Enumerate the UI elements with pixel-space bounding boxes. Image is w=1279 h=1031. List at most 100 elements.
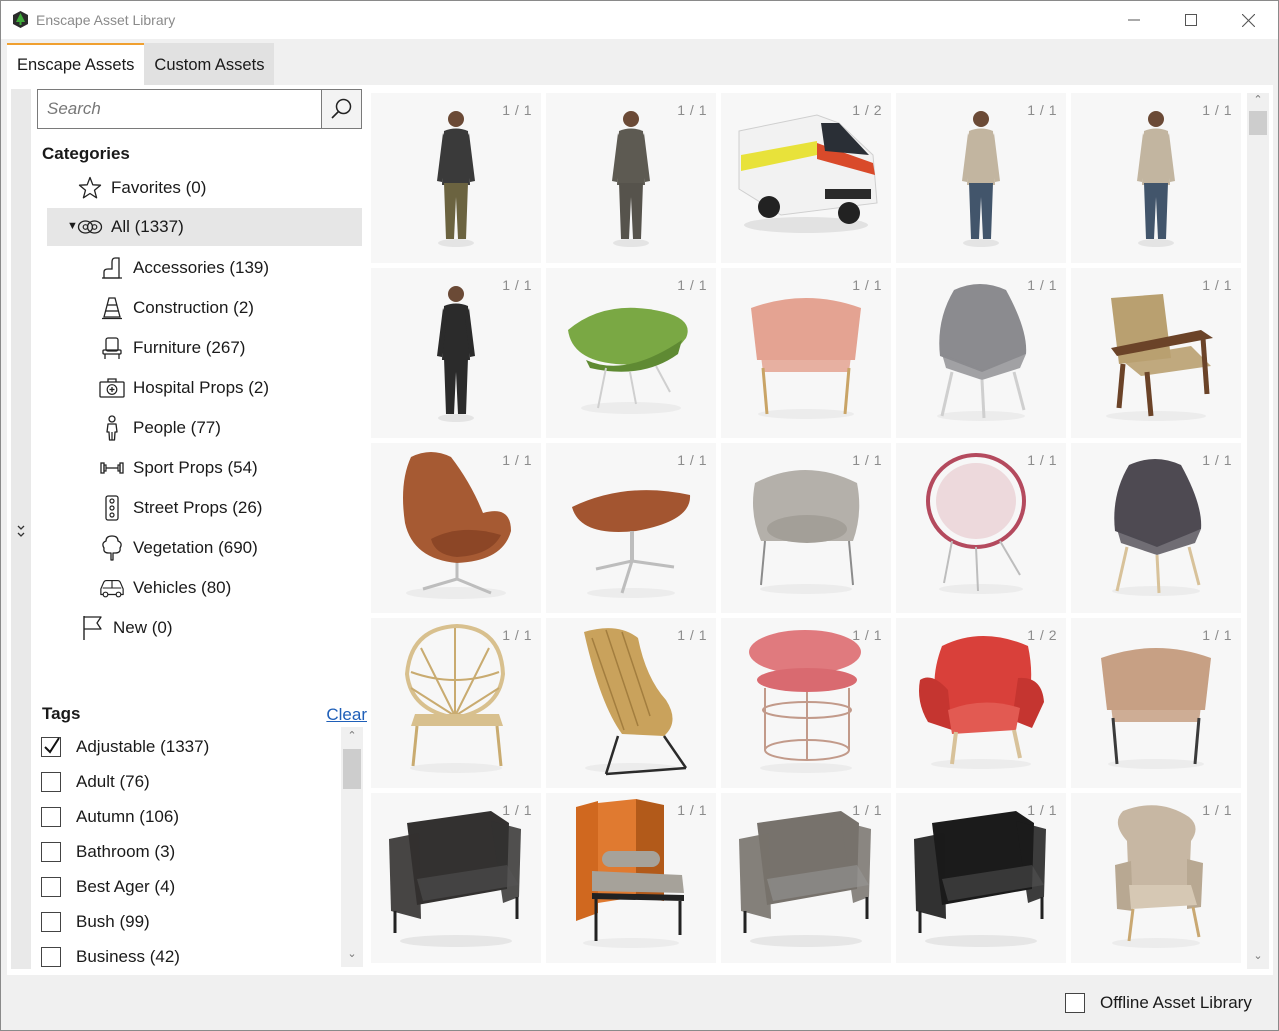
tag-adjustable[interactable]: Adjustable (1337) [41,732,209,762]
tag-adult[interactable]: Adult (76) [41,767,150,797]
variant-count-badge: 1 / 1 [1027,102,1057,118]
asset-tile[interactable]: 1 / 1 [546,793,716,963]
variant-count-badge: 1 / 1 [1202,802,1232,818]
category-sport-props[interactable]: Sport Props (54) [99,449,258,487]
maximize-button[interactable] [1162,1,1220,39]
asset-tile[interactable]: 1 / 2 [721,93,891,263]
category-accessories[interactable]: Accessories (139) [99,249,269,287]
asset-grid-scrollbar[interactable]: ⌃ ⌄ [1247,93,1269,969]
asset-tile[interactable]: 1 / 1 [1071,268,1241,438]
category-label: Sport Props (54) [133,458,258,477]
asset-thumbnail [751,298,861,419]
tag-checkbox[interactable] [41,842,61,862]
clear-tags-link[interactable]: Clear [326,705,367,725]
asset-thumbnail [584,628,688,776]
tag-autumn[interactable]: Autumn (106) [41,802,179,832]
asset-tile[interactable]: 1 / 1 [721,793,891,963]
category-label: Street Props (26) [133,498,263,517]
offline-library-option[interactable]: Offline Asset Library [1065,993,1252,1013]
tags-scrollbar[interactable]: ⌃ ⌄ [341,727,363,967]
tag-label: Adjustable (1337) [76,737,210,756]
asset-tile[interactable]: 1 / 2 [896,618,1066,788]
tab-enscape-assets[interactable]: Enscape Assets [7,43,145,85]
variant-count-badge: 1 / 1 [502,277,532,293]
asset-thumbnail [576,799,684,948]
asset-tile[interactable]: 1 / 1 [721,443,891,613]
sidebar-collapse-toggle[interactable] [11,89,31,969]
asset-tile[interactable]: 1 / 1 [896,443,1066,613]
category-construction[interactable]: Construction (2) [99,289,254,327]
category-vehicles[interactable]: Vehicles (80) [99,569,231,607]
asset-tile[interactable]: 1 / 1 [1071,93,1241,263]
asset-thumbnail [572,490,691,598]
category-label: Hospital Props (2) [133,378,270,397]
scroll-up-icon[interactable]: ⌃ [341,729,363,747]
search-box [37,89,362,129]
category-favorites[interactable]: Favorites (0) [77,169,206,207]
scrollbar-thumb[interactable] [343,749,361,789]
scroll-down-icon[interactable]: ⌄ [341,947,363,965]
asset-tile[interactable]: 1 / 1 [371,793,541,963]
category-hospital-props[interactable]: Hospital Props (2) [99,369,269,407]
asset-tile[interactable]: 1 / 1 [371,93,541,263]
asset-tile[interactable]: 1 / 1 [896,793,1066,963]
close-button[interactable] [1219,1,1277,39]
variant-count-badge: 1 / 1 [1202,452,1232,468]
category-people[interactable]: People (77) [99,409,221,447]
asset-tile[interactable]: 1 / 1 [371,268,541,438]
tag-best-ager[interactable]: Best Ager (4) [41,872,175,902]
asset-tile[interactable]: 1 / 1 [896,268,1066,438]
tag-checkbox[interactable] [41,947,61,967]
close-icon [1241,13,1255,27]
scrollbar-thumb[interactable] [1249,111,1267,135]
tag-business[interactable]: Business (42) [41,942,180,967]
asset-tile[interactable]: 1 / 1 [1071,618,1241,788]
asset-tile[interactable]: 1 / 1 [371,618,541,788]
category-label: Furniture (267) [133,338,246,357]
asset-tile[interactable]: 1 / 1 [371,443,541,613]
asset-tile[interactable]: 1 / 1 [721,618,891,788]
search-icon [330,98,351,119]
category-vegetation[interactable]: Vegetation (690) [99,529,258,567]
tab-custom-assets[interactable]: Custom Assets [144,43,275,85]
tag-bathroom[interactable]: Bathroom (3) [41,837,175,867]
tag-checkbox[interactable] [41,807,61,827]
tag-bush[interactable]: Bush (99) [41,907,150,937]
variant-count-badge: 1 / 2 [852,102,882,118]
search-input[interactable] [38,90,322,128]
category-all[interactable]: ▼ All (1337) [47,208,362,246]
search-button[interactable] [321,90,361,128]
asset-tile[interactable]: 1 / 1 [896,93,1066,263]
asset-thumbnail [919,636,1044,769]
category-new[interactable]: New (0) [79,609,173,647]
asset-tile[interactable]: 1 / 1 [546,443,716,613]
medical-kit-icon [99,375,125,401]
scroll-down-icon[interactable]: ⌄ [1247,949,1269,967]
flag-icon [79,615,105,641]
tag-checkbox[interactable] [41,772,61,792]
asset-tile[interactable]: 1 / 1 [546,93,716,263]
tag-label: Business (42) [76,947,180,966]
tag-checkbox[interactable] [41,737,61,757]
category-street-props[interactable]: Street Props (26) [99,489,262,527]
asset-tile[interactable]: 1 / 1 [1071,443,1241,613]
asset-tile[interactable]: 1 / 1 [721,268,891,438]
tag-checkbox[interactable] [41,877,61,897]
tree-icon [99,535,125,561]
tag-checkbox[interactable] [41,912,61,932]
expand-arrow-icon[interactable]: ▼ [67,220,78,232]
offline-checkbox[interactable] [1065,993,1085,1013]
asset-thumbnail [568,307,688,414]
asset-tile[interactable]: 1 / 1 [1071,793,1241,963]
variant-count-badge: 1 / 1 [502,102,532,118]
asset-tile[interactable]: 1 / 1 [546,268,716,438]
variant-count-badge: 1 / 1 [677,802,707,818]
category-furniture[interactable]: Furniture (267) [99,329,245,367]
variant-count-badge: 1 / 1 [502,627,532,643]
asset-library-window: Enscape Asset Library Enscape Assets Cus… [0,0,1279,1031]
scroll-up-icon[interactable]: ⌃ [1247,93,1269,111]
asset-thumbnail [749,630,861,773]
category-label: Accessories (139) [133,258,270,277]
minimize-button[interactable] [1105,1,1163,39]
asset-tile[interactable]: 1 / 1 [546,618,716,788]
